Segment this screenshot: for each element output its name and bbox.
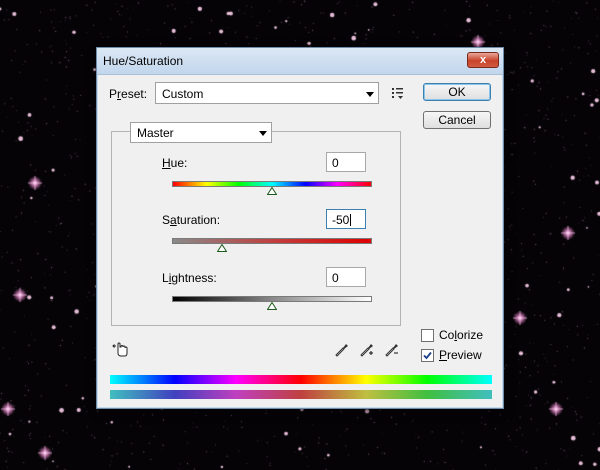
lightness-value: 0 [332, 271, 339, 285]
channel-select[interactable]: Master [130, 122, 272, 143]
colorize-label: Colorize [439, 328, 484, 342]
channel-value: Master [137, 126, 174, 140]
saturation-label: Saturation: [162, 213, 221, 227]
checkmark-icon [423, 351, 432, 360]
chevron-down-icon [259, 131, 267, 136]
preset-label: Preset: [109, 87, 147, 101]
preset-value: Custom [162, 87, 204, 101]
hue-value: 0 [332, 156, 339, 170]
hand-adjust-icon[interactable] [112, 340, 130, 358]
window-title: Hue/Saturation [103, 54, 184, 68]
ok-button[interactable]: OK [423, 83, 491, 101]
preset-label-text: Preset: [109, 87, 148, 101]
hue-label: Hue: [162, 156, 188, 170]
saturation-input[interactable]: -50 [326, 209, 366, 229]
saturation-value: -50 [332, 213, 350, 227]
close-button[interactable]: x [467, 52, 499, 68]
adjustment-group: Master Hue: 0 Saturation: -50 Lightness:… [111, 122, 401, 326]
cancel-button[interactable]: Cancel [423, 111, 491, 129]
lightness-label: Lightness: [162, 271, 217, 285]
hue-input[interactable]: 0 [326, 152, 366, 172]
hue-saturation-dialog: Hue/Saturation x Preset: Custom OK Cance… [96, 47, 504, 409]
preview-checkbox[interactable] [421, 349, 434, 362]
preset-options-icon[interactable] [391, 86, 405, 100]
eyedropper-minus-icon[interactable] [383, 340, 401, 358]
preview-label: Preview [439, 348, 482, 362]
eyedropper-plus-icon[interactable] [358, 340, 376, 358]
preset-select[interactable]: Custom [155, 82, 379, 104]
input-color-bar [110, 375, 492, 384]
saturation-slider-track[interactable] [172, 238, 372, 244]
eyedropper-icon[interactable] [333, 340, 351, 358]
title-bar[interactable]: Hue/Saturation x [97, 48, 503, 75]
colorize-checkbox[interactable] [421, 329, 434, 342]
lightness-input[interactable]: 0 [326, 267, 366, 287]
chevron-down-icon [366, 92, 374, 97]
text-caret [350, 214, 352, 226]
output-color-bar [110, 390, 492, 399]
